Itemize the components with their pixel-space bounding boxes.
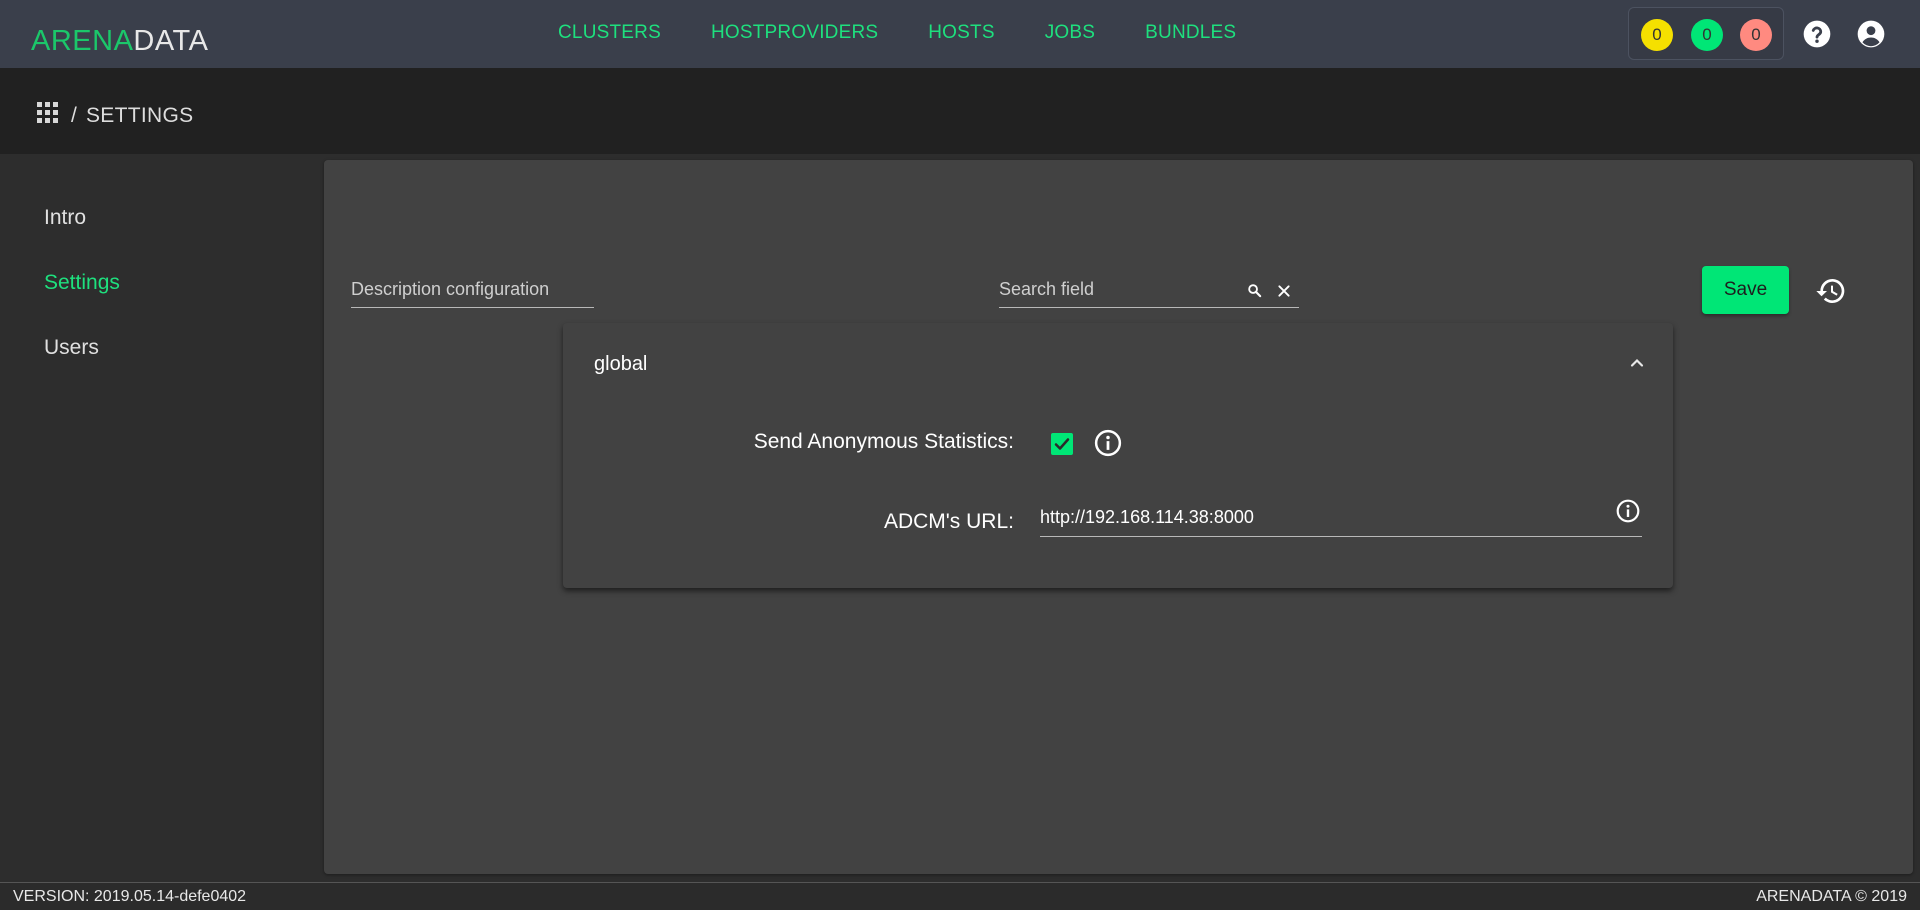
search-input[interactable]: Search field (999, 279, 1094, 300)
footer (0, 882, 1920, 910)
history-icon[interactable] (1815, 275, 1847, 307)
chevron-up-icon[interactable] (1627, 353, 1647, 373)
anonymous-statistics-checkbox[interactable] (1051, 433, 1073, 455)
nav-hosts[interactable]: HOSTS (928, 22, 994, 44)
search-icon[interactable] (1246, 282, 1263, 299)
field-label-anonymous-statistics: Send Anonymous Statistics: (753, 430, 1014, 453)
nav-clusters[interactable]: CLUSTERS (558, 22, 661, 44)
help-icon[interactable] (1801, 18, 1833, 50)
arenadata-logo[interactable]: ARENADATA (31, 24, 208, 58)
failed-jobs-badge[interactable]: 0 (1740, 19, 1772, 51)
running-jobs-badge[interactable]: 0 (1641, 19, 1673, 51)
nav-jobs[interactable]: JOBS (1045, 22, 1095, 44)
main-nav: CLUSTERS HOSTPROVIDERS HOSTS JOBS BUNDLE… (558, 22, 1286, 44)
copyright-text: ARENADATA © 2019 (1756, 888, 1907, 905)
sidebar-item-settings[interactable]: Settings (44, 271, 120, 295)
sidebar-item-intro[interactable]: Intro (44, 206, 86, 230)
adcm-url-input[interactable]: http://192.168.114.38:8000 (1040, 507, 1254, 528)
account-icon[interactable] (1855, 18, 1887, 50)
search-underline (999, 307, 1299, 308)
info-icon[interactable] (1615, 498, 1641, 524)
breadcrumb-separator: / (71, 104, 77, 127)
save-button[interactable]: Save (1702, 266, 1789, 314)
success-jobs-badge[interactable]: 0 (1691, 19, 1723, 51)
job-status-counters: 0 0 0 (1628, 7, 1784, 60)
description-input[interactable]: Description configuration (351, 279, 549, 300)
version-text: VERSION: 2019.05.14-defe0402 (13, 888, 247, 905)
description-underline (351, 307, 594, 308)
field-label-adcm-url: ADCM's URL: (883, 510, 1014, 533)
group-title[interactable]: global (594, 353, 647, 376)
apps-grid-icon[interactable] (37, 102, 59, 124)
checkmark-icon (1054, 438, 1070, 450)
breadcrumb-bar (0, 68, 1920, 154)
clear-search-icon[interactable] (1276, 283, 1292, 299)
nav-bundles[interactable]: BUNDLES (1145, 22, 1236, 44)
nav-hostproviders[interactable]: HOSTPROVIDERS (711, 22, 878, 44)
adcm-url-underline (1040, 536, 1642, 537)
info-icon[interactable] (1093, 428, 1123, 458)
breadcrumb-current: SETTINGS (86, 104, 194, 127)
sidebar-item-users[interactable]: Users (44, 336, 99, 360)
